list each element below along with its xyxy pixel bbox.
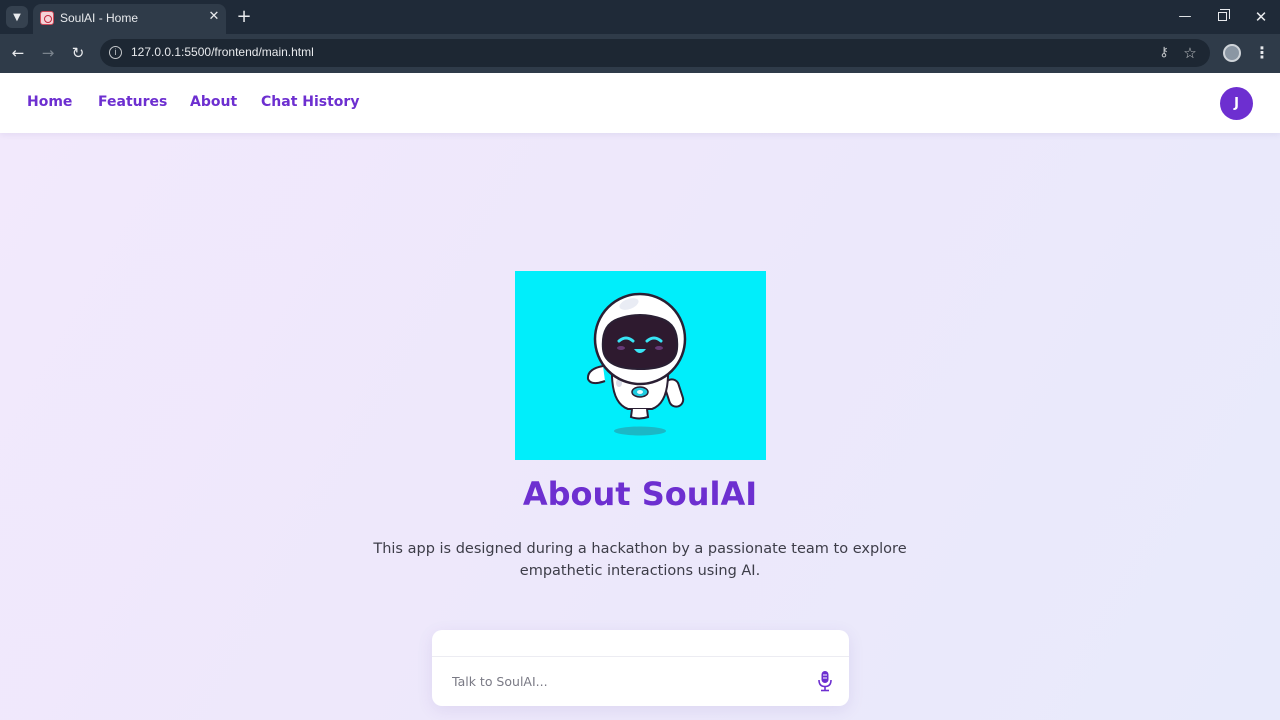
favicon-icon [40,11,54,25]
tab-title: SoulAI - Home [60,11,139,25]
profile-icon[interactable] [1223,44,1241,62]
more-vertical-icon[interactable]: ⋮ [1252,43,1272,63]
browser-tab[interactable]: SoulAI - Home ✕ [33,4,226,34]
star-icon[interactable]: ☆ [1181,44,1199,62]
restore-icon[interactable] [1212,7,1232,27]
nav-link-chat-history[interactable]: Chat History [261,94,359,110]
avatar[interactable]: J [1220,87,1253,120]
arrow-left-icon[interactable]: ← [8,43,28,63]
browser-tab-bar: ▼ SoulAI - Home ✕ + — ✕ [0,0,1280,34]
about-description: This app is designed during a hackathon … [373,541,907,579]
page-content: Home Features About Chat History J About… [0,73,1280,720]
robot-mascot-image [515,271,766,460]
info-icon[interactable]: i [109,46,122,59]
nav-link-features[interactable]: Features [98,94,167,110]
chevron-down-icon[interactable]: ▼ [6,6,28,28]
top-navigation: Home Features About Chat History J [0,73,1280,133]
browser-toolbar: ← → ↻ i 127.0.0.1:5500/frontend/main.htm… [0,34,1280,73]
arrow-right-icon[interactable]: → [38,43,58,63]
microphone-icon[interactable] [817,670,833,692]
minimize-icon[interactable]: — [1175,7,1195,27]
reload-icon[interactable]: ↻ [68,43,88,63]
window-close-icon[interactable]: ✕ [1251,7,1271,27]
close-icon[interactable]: ✕ [206,9,222,25]
divider [432,656,849,657]
page-title: About SoulAI [522,475,758,513]
nav-link-about[interactable]: About [190,94,237,110]
chat-input-box [432,630,849,706]
url-text[interactable]: 127.0.0.1:5500/frontend/main.html [131,45,314,59]
key-icon[interactable]: ⚷ [1155,45,1173,61]
plus-icon[interactable]: + [234,7,254,27]
nav-link-home[interactable]: Home [27,94,72,110]
chat-input[interactable] [452,670,812,692]
address-bar[interactable]: i 127.0.0.1:5500/frontend/main.html ⚷ ☆ [100,39,1210,67]
